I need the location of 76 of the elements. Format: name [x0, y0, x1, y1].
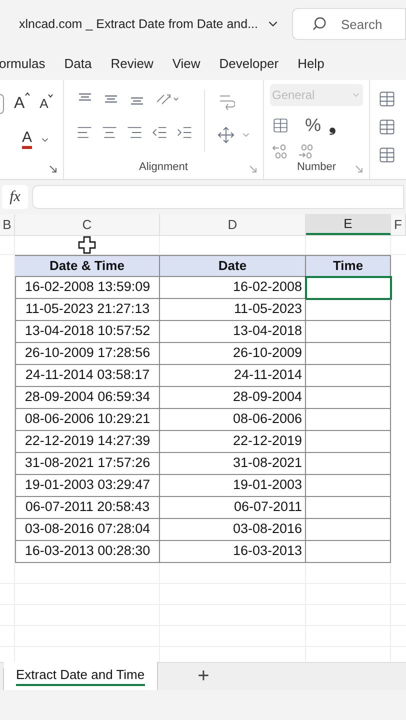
table-cell: 16-03-2013 00:28:30	[15, 541, 160, 563]
dialog-launcher-icon[interactable]	[49, 165, 57, 173]
search-field[interactable]: Search	[292, 8, 406, 40]
table-cell[interactable]	[306, 497, 391, 519]
align-right-icon[interactable]	[126, 124, 143, 141]
decrease-decimal-icon[interactable]	[298, 142, 314, 158]
table-cell: 24-11-2014 03:58:17	[15, 365, 160, 387]
table-cell: 06-07-2011 20:58:43	[15, 497, 160, 519]
increase-indent-icon[interactable]	[176, 124, 193, 141]
font-size-box[interactable]	[0, 94, 4, 114]
orientation-icon[interactable]	[154, 92, 180, 106]
table-header-cell: Time	[306, 255, 391, 277]
table-cell: 28-09-2004	[160, 387, 306, 409]
comma-button[interactable]: ❟	[329, 112, 336, 138]
menu-tab[interactable]: Developer	[219, 54, 279, 74]
menu-tab[interactable]: Help	[298, 54, 324, 74]
table-cell[interactable]	[306, 299, 391, 321]
table-cell[interactable]	[306, 431, 391, 453]
align-left-icon[interactable]	[76, 124, 93, 141]
table-cell: 28-09-2004 06:59:34	[15, 387, 160, 409]
align-center-icon[interactable]	[101, 124, 118, 141]
caret-down-icon	[48, 94, 54, 98]
table-cell[interactable]	[306, 387, 391, 409]
column-header[interactable]: B	[0, 214, 15, 235]
table-cell: 31-08-2021 17:57:26	[15, 453, 160, 475]
table-cell: 26-10-2009 17:28:56	[15, 343, 160, 365]
table-cell: 19-01-2003 03:29:47	[15, 475, 160, 497]
table-cell: 22-12-2019 14:27:39	[15, 431, 160, 453]
sheet-tab[interactable]: Extract Date and Time	[4, 662, 157, 690]
table-cell[interactable]	[306, 365, 391, 387]
function-button[interactable]: fx	[2, 185, 28, 209]
table-cell: 03-08-2016 07:28:04	[15, 519, 160, 541]
table-cell: 24-11-2014	[160, 365, 306, 387]
column-header[interactable]: F	[391, 214, 406, 235]
table-cell: 22-12-2019	[160, 431, 306, 453]
table-cell: 31-08-2021	[160, 453, 306, 475]
table-cell[interactable]	[306, 343, 391, 365]
font-color-button[interactable]: A	[22, 130, 32, 149]
search-icon	[312, 16, 327, 31]
table-cell: 13-04-2018	[160, 321, 306, 343]
column-header[interactable]: E	[306, 214, 391, 235]
table-cell: 13-04-2018 10:57:52	[15, 321, 160, 343]
table-cell[interactable]	[306, 453, 391, 475]
table-cell: 26-10-2009	[160, 343, 306, 365]
table-cell: 11-05-2023	[160, 299, 306, 321]
table-cell: 16-03-2013	[160, 541, 306, 563]
table-cell: 08-06-2006	[160, 409, 306, 431]
table-cell[interactable]	[306, 541, 391, 563]
percent-button[interactable]: %	[305, 112, 322, 138]
table-cell: 16-02-2008 13:59:09	[15, 277, 160, 299]
group-label: Number	[296, 160, 336, 174]
table-cell[interactable]	[306, 321, 391, 343]
table-cell: 16-02-2008	[160, 277, 306, 299]
table-cell[interactable]	[306, 475, 391, 497]
caret-up-icon	[24, 92, 30, 96]
table-cell[interactable]	[306, 519, 391, 541]
table-header-cell: Date & Time	[15, 255, 160, 277]
decrease-font-button[interactable]: A	[40, 94, 54, 114]
table-header-cell: Date	[160, 255, 306, 277]
table-cell[interactable]	[306, 409, 391, 431]
table-cell: 08-06-2006 10:29:21	[15, 409, 160, 431]
formula-input[interactable]	[32, 185, 404, 209]
decrease-indent-icon[interactable]	[151, 124, 168, 141]
column-header[interactable]: C	[15, 214, 160, 235]
menu-tab[interactable]: Review	[110, 54, 154, 74]
table-cell: 03-08-2016	[160, 519, 306, 541]
increase-font-button[interactable]: A	[14, 92, 30, 116]
window-title: xlncad.com _ Extract Date from Date and...	[19, 16, 258, 33]
table-cell: 19-01-2003	[160, 475, 306, 497]
menu-tab[interactable]: Data	[64, 54, 92, 74]
increase-decimal-icon[interactable]	[272, 142, 288, 158]
table-cell[interactable]	[306, 277, 391, 299]
table-cell: 11-05-2023 21:27:13	[15, 299, 160, 321]
table-cell: 06-07-2011	[160, 497, 306, 519]
group-label: Alignment	[139, 160, 188, 174]
menu-tab[interactable]: View	[172, 54, 200, 74]
